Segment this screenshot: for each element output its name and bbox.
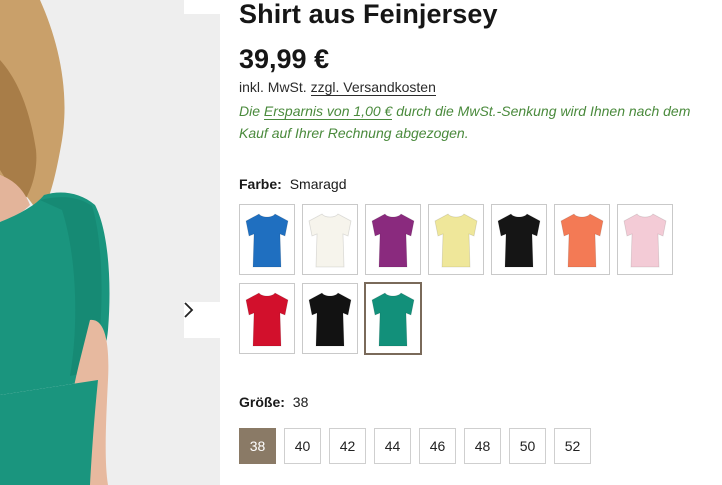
- tshirt-icon: [497, 212, 541, 267]
- tshirt-icon: [371, 291, 415, 346]
- color-label: Farbe: Smaragd: [239, 176, 347, 192]
- color-selected-value: Smaragd: [289, 176, 347, 192]
- vat-saving-note: Die Ersparnis von 1,00 € durch die MwSt.…: [239, 100, 701, 144]
- color-swatch[interactable]: [365, 204, 421, 275]
- size-label-key: Größe:: [239, 394, 285, 410]
- size-option-48[interactable]: 48: [464, 428, 501, 464]
- size-option-44[interactable]: 44: [374, 428, 411, 464]
- chevron-right-icon: [184, 302, 194, 318]
- gallery-prev-button[interactable]: [184, 0, 220, 14]
- tshirt-icon: [371, 212, 415, 267]
- tshirt-icon: [308, 212, 352, 267]
- tshirt-icon: [560, 212, 604, 267]
- product-price: 39,99 €: [239, 44, 330, 74]
- color-swatches: [239, 204, 679, 355]
- size-option-52[interactable]: 52: [554, 428, 591, 464]
- tax-prefix: inkl. MwSt.: [239, 79, 307, 95]
- color-swatch[interactable]: [428, 204, 484, 275]
- color-swatch[interactable]: [554, 204, 610, 275]
- gallery-next-button[interactable]: [184, 302, 220, 338]
- tshirt-icon: [245, 212, 289, 267]
- tax-info: inkl. MwSt. zzgl. Versandkosten: [239, 79, 436, 96]
- tshirt-icon: [434, 212, 478, 267]
- saving-amount: Ersparnis von 1,00 €: [263, 103, 393, 120]
- model-photo: [0, 0, 220, 485]
- size-selected-value: 38: [292, 394, 309, 410]
- shipping-cost-link[interactable]: zzgl. Versandkosten: [310, 79, 436, 96]
- color-swatch[interactable]: [302, 283, 358, 354]
- size-options: 38 40 42 44 46 48 50 52: [239, 428, 591, 464]
- size-option-40[interactable]: 40: [284, 428, 321, 464]
- tshirt-icon: [245, 291, 289, 346]
- tshirt-icon: [623, 212, 667, 267]
- color-swatch[interactable]: [617, 204, 673, 275]
- size-option-50[interactable]: 50: [509, 428, 546, 464]
- color-swatch[interactable]: [491, 204, 547, 275]
- product-title: Shirt aus Feinjersey: [239, 0, 498, 29]
- tshirt-icon: [308, 291, 352, 346]
- color-swatch[interactable]: [239, 283, 295, 354]
- size-option-46[interactable]: 46: [419, 428, 456, 464]
- size-label: Größe: 38: [239, 394, 308, 410]
- size-option-42[interactable]: 42: [329, 428, 366, 464]
- color-label-key: Farbe:: [239, 176, 282, 192]
- color-swatch[interactable]: [239, 204, 295, 275]
- color-swatch[interactable]: [302, 204, 358, 275]
- size-option-38[interactable]: 38: [239, 428, 276, 464]
- saving-text-before: Die: [239, 103, 264, 119]
- color-swatch[interactable]: [364, 282, 422, 355]
- product-image: [0, 0, 220, 485]
